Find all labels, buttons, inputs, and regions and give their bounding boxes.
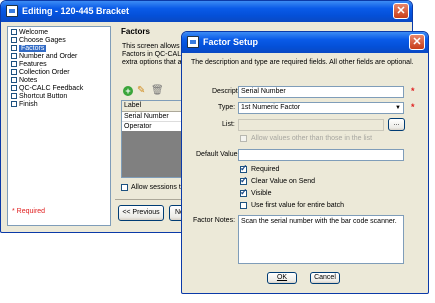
factor-setup-titlebar[interactable]: Factor Setup ✕ xyxy=(182,32,428,53)
table-header-label[interactable]: Label xyxy=(122,101,190,112)
section-title: Factors xyxy=(121,27,150,36)
step-item[interactable]: Choose Gages xyxy=(11,37,66,45)
step-label: Notes xyxy=(19,77,38,84)
option-checkbox-label: Visible xyxy=(251,190,272,197)
delete-icon[interactable]: 🗑 xyxy=(151,85,164,96)
step-item[interactable]: Notes xyxy=(11,77,37,85)
steps-list: Welcome Choose Gages Factors Number and Ord… xyxy=(7,26,111,226)
factor-notes-field[interactable]: Scan the serial number with the bar code… xyxy=(238,215,404,264)
dialog-close-icon[interactable]: ✕ xyxy=(409,34,425,50)
add-icon[interactable]: + xyxy=(123,86,133,96)
ok-button[interactable]: OK xyxy=(267,272,297,284)
editing-titlebar[interactable]: Editing - 120-445 Bracket ✕ xyxy=(1,1,412,22)
step-checkbox[interactable] xyxy=(11,77,17,84)
type-select[interactable]: 1st Numeric Factor ▼ xyxy=(238,102,404,114)
description-field[interactable]: Serial Number xyxy=(238,86,404,98)
option-checkbox[interactable] xyxy=(240,163,248,174)
step-checkbox[interactable] xyxy=(11,101,17,108)
step-item[interactable]: QC-CALC Feedback xyxy=(11,85,83,93)
step-item[interactable]: Features xyxy=(11,61,47,69)
type-label: Type: xyxy=(218,104,236,111)
close-icon[interactable]: ✕ xyxy=(393,3,409,19)
step-label: Collection Order xyxy=(19,69,70,76)
nav-divider xyxy=(115,199,185,200)
edit-icon[interactable]: ✎ xyxy=(137,85,145,96)
chevron-down-icon[interactable]: ▼ xyxy=(393,103,403,113)
step-checkbox[interactable] xyxy=(11,53,17,60)
step-label: QC-CALC Feedback xyxy=(19,85,84,92)
section-desc-3: extra options that a xyxy=(122,59,182,66)
cancel-label: Cancel xyxy=(314,274,336,281)
step-label: Number and Order xyxy=(19,53,78,60)
table-row[interactable]: Serial Number xyxy=(122,112,190,122)
step-label: Shortcut Button xyxy=(19,93,68,100)
option-checkbox-label: Clear Value on Send xyxy=(251,178,316,185)
step-label: Finish xyxy=(19,101,38,108)
cancel-button[interactable]: Cancel xyxy=(310,272,340,284)
step-checkbox[interactable] xyxy=(11,69,17,76)
step-label: Choose Gages xyxy=(19,37,66,44)
step-checkbox[interactable] xyxy=(11,61,17,68)
type-required-mark: * xyxy=(411,102,415,112)
step-item[interactable]: Shortcut Button xyxy=(11,93,67,101)
list-field xyxy=(238,119,384,131)
allow-sessions-label: Allow sessions to xyxy=(131,184,185,191)
step-item[interactable]: Number and Order xyxy=(11,53,77,61)
previous-button[interactable]: << Previous xyxy=(118,205,164,221)
factor-notes-label: Factor Notes: xyxy=(193,217,236,224)
type-value: 1st Numeric Factor xyxy=(241,104,301,111)
ok-label: OK xyxy=(276,274,288,281)
list-label: List: xyxy=(222,121,235,128)
dialog-info: The description and type are required fi… xyxy=(191,59,414,66)
list-browse-button[interactable]: ... xyxy=(388,118,405,131)
step-label: Welcome xyxy=(19,29,49,36)
allow-other-values-label: Allow values other than those in the lis… xyxy=(251,135,373,142)
step-item[interactable]: Welcome xyxy=(11,29,48,37)
step-checkbox[interactable] xyxy=(11,45,17,52)
editing-title: Editing - 120-445 Bracket xyxy=(22,6,130,16)
step-checkbox[interactable] xyxy=(11,29,17,36)
step-checkbox[interactable] xyxy=(11,85,17,92)
option-checkbox[interactable] xyxy=(240,175,248,186)
app-icon xyxy=(6,5,18,17)
dialog-title: Factor Setup xyxy=(203,37,259,47)
step-item[interactable]: Finish xyxy=(11,101,38,109)
section-desc-2: Factors in QC-CALC xyxy=(122,51,187,58)
option-checkbox-label: Use first value for entire batch xyxy=(251,202,344,209)
allow-sessions-checkbox[interactable] xyxy=(121,184,128,191)
option-checkbox-label: Required xyxy=(251,166,280,173)
default-value-field[interactable] xyxy=(238,149,404,161)
step-item[interactable]: Collection Order xyxy=(11,69,70,77)
option-checkbox[interactable] xyxy=(240,202,247,209)
table-row[interactable]: Operator xyxy=(122,122,190,131)
factor-setup-dialog: Factor Setup ✕ The description and type … xyxy=(181,31,429,294)
allow-other-values-checkbox xyxy=(240,135,247,142)
required-note: * Required xyxy=(12,208,46,215)
step-checkbox[interactable] xyxy=(11,93,17,100)
option-checkbox[interactable] xyxy=(240,187,248,198)
step-label: Factors xyxy=(19,45,47,52)
step-checkbox[interactable] xyxy=(11,37,17,44)
description-required-mark: * xyxy=(411,86,415,96)
dialog-icon xyxy=(187,36,199,48)
step-item[interactable]: Factors xyxy=(11,45,47,53)
step-label: Features xyxy=(19,61,47,68)
default-value-label: Default Value: xyxy=(196,151,240,158)
section-desc-1: This screen allows yo xyxy=(122,43,189,50)
